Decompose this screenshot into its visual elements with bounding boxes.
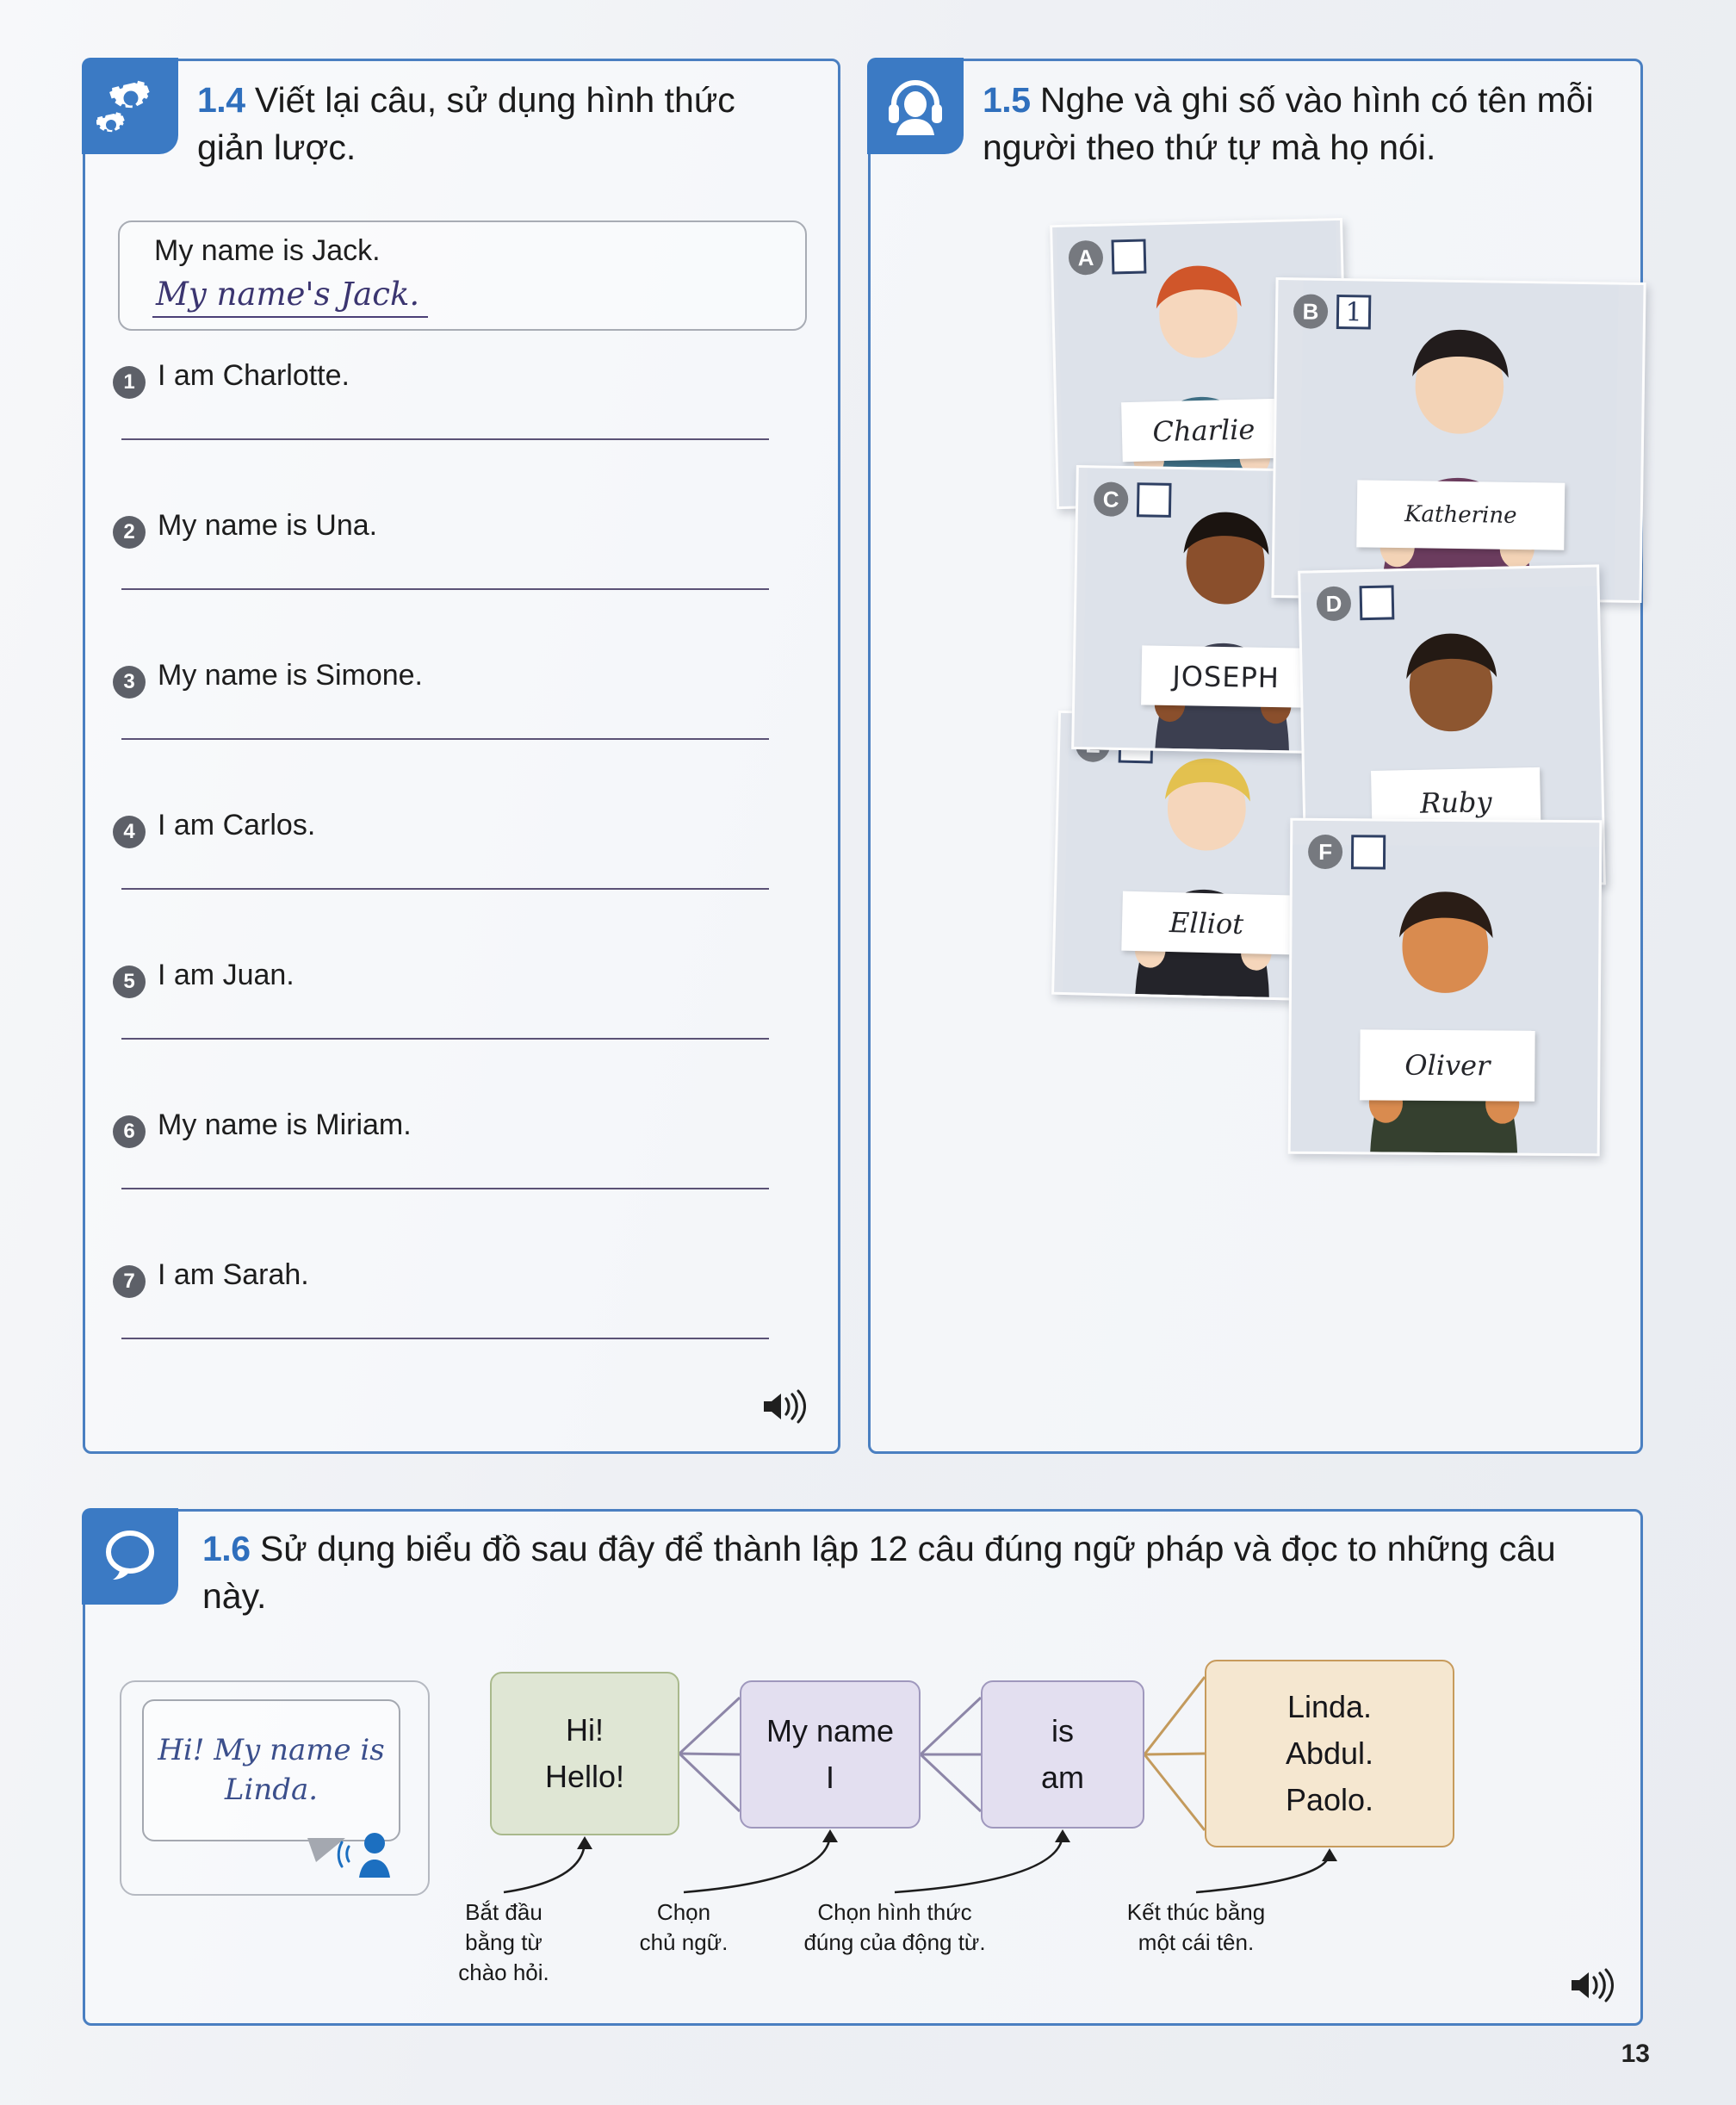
question-text: My name is Simone. bbox=[158, 659, 423, 692]
exercise-1-6-instruction: Sử dụng biểu đồ sau đây để thành lập 12 … bbox=[202, 1529, 1556, 1616]
question-number-badge: 7 bbox=[113, 1265, 146, 1298]
worked-example-box: My name is Jack. My name's Jack. bbox=[118, 220, 807, 331]
caption-line: bằng từ bbox=[465, 1929, 542, 1956]
diagram-option[interactable]: I bbox=[826, 1754, 834, 1801]
speaking-person-icon bbox=[337, 1828, 399, 1884]
diagram-option[interactable]: is bbox=[1051, 1708, 1074, 1754]
answer-write-line[interactable] bbox=[121, 1038, 769, 1040]
photo-letter-badge: C bbox=[1093, 481, 1129, 518]
answer-write-line[interactable] bbox=[121, 438, 769, 440]
held-name-card: Charlie bbox=[1121, 398, 1286, 463]
photo-tag-a: A bbox=[1068, 239, 1147, 276]
question-number-badge: 1 bbox=[113, 366, 146, 399]
speech-bubble-icon bbox=[82, 1508, 178, 1605]
caption-line: chào hỏi. bbox=[458, 1959, 549, 1986]
question-number-badge: 4 bbox=[113, 816, 146, 848]
caption-line: chủ ngữ. bbox=[639, 1929, 728, 1956]
question-number-badge: 3 bbox=[113, 666, 146, 699]
caption-line: Chọn hình thức bbox=[817, 1899, 972, 1925]
photo-tag-d: D bbox=[1316, 585, 1395, 622]
example-prompt: My name is Jack. bbox=[154, 234, 381, 267]
answer-write-line[interactable] bbox=[121, 738, 769, 740]
exercise-1-4-instruction: Viết lại câu, sử dụng hình thức giản lượ… bbox=[197, 80, 735, 167]
caption-line: Chọn bbox=[656, 1899, 711, 1925]
diagram-option[interactable]: Linda. bbox=[1287, 1684, 1372, 1730]
diagram-option[interactable]: am bbox=[1041, 1754, 1084, 1801]
caption-line: Bắt đầu bbox=[465, 1899, 542, 1925]
subject-caption: Chọn chủ ngữ. bbox=[619, 1897, 748, 1958]
question-text: My name is Miriam. bbox=[158, 1108, 412, 1141]
exercise-1-6-panel: 1.6 Sử dụng biểu đồ sau đây để thành lập… bbox=[82, 1508, 1643, 2026]
photo-letter-badge: F bbox=[1307, 834, 1343, 870]
diagram-box-greeting[interactable]: Hi! Hello! bbox=[490, 1672, 679, 1835]
photo-answer-box[interactable] bbox=[1350, 835, 1386, 870]
exercise-1-5-number: 1.5 bbox=[983, 80, 1031, 120]
diagram-option[interactable]: Paolo. bbox=[1286, 1777, 1373, 1823]
held-name-card: JOSEPH bbox=[1141, 645, 1311, 708]
answer-write-line[interactable] bbox=[121, 588, 769, 590]
workbook-page: 1.4 Viết lại câu, sử dụng hình thức giản… bbox=[0, 0, 1736, 2105]
question-number-badge: 2 bbox=[113, 516, 146, 549]
exercise-1-4-panel: 1.4 Viết lại câu, sử dụng hình thức giản… bbox=[82, 58, 840, 1454]
example-speech-bubble: Hi! My name is Linda. bbox=[142, 1699, 400, 1862]
question-text: I am Charlotte. bbox=[158, 359, 350, 392]
photo-letter-badge: D bbox=[1316, 586, 1352, 622]
verb-caption: Chọn hình thức đúng của động từ. bbox=[766, 1897, 1024, 1958]
answer-write-line[interactable] bbox=[121, 888, 769, 890]
diagram-box-subject[interactable]: My name I bbox=[740, 1680, 921, 1829]
question-text: My name is Una. bbox=[158, 509, 378, 542]
caption-line: đúng của động từ. bbox=[803, 1929, 986, 1956]
speaker-icon[interactable] bbox=[760, 1388, 809, 1429]
diagram-box-verb[interactable]: is am bbox=[981, 1680, 1144, 1829]
question-text: I am Carlos. bbox=[158, 809, 316, 841]
exercise-1-4-number: 1.4 bbox=[197, 80, 245, 120]
greeting-caption: Bắt đầu bằng từ chào hỏi. bbox=[426, 1897, 581, 1988]
diagram-option[interactable]: Hello! bbox=[545, 1754, 624, 1800]
photo-letter-badge: A bbox=[1068, 239, 1104, 276]
photo-card-f[interactable]: F Oliver bbox=[1287, 817, 1603, 1157]
photo-card-b[interactable]: B 1 Katherine bbox=[1271, 277, 1646, 603]
headphones-listening-icon bbox=[867, 58, 964, 154]
exercise-1-5-instruction: Nghe và ghi số vào hình có tên mỗi người… bbox=[983, 80, 1594, 167]
answer-write-line[interactable] bbox=[121, 1338, 769, 1339]
photo-answer-box[interactable]: 1 bbox=[1336, 295, 1372, 330]
gears-icon bbox=[82, 58, 178, 154]
question-text: I am Sarah. bbox=[158, 1258, 309, 1291]
names-caption: Kết thúc bằng một cái tên. bbox=[1076, 1897, 1317, 1958]
question-number-badge: 6 bbox=[113, 1115, 146, 1148]
caption-line: Kết thúc bằng bbox=[1126, 1899, 1266, 1925]
photo-answer-box[interactable] bbox=[1136, 482, 1172, 518]
photo-answer-box[interactable] bbox=[1111, 239, 1147, 275]
answer-write-line[interactable] bbox=[121, 1188, 769, 1189]
question-number-badge: 5 bbox=[113, 966, 146, 998]
exercise-1-6-number: 1.6 bbox=[202, 1529, 251, 1568]
photo-tag-c: C bbox=[1093, 481, 1172, 518]
example-answer: My name's Jack. bbox=[152, 276, 429, 318]
held-name-card: Elliot bbox=[1121, 891, 1292, 955]
diagram-box-names[interactable]: Linda. Abdul. Paolo. bbox=[1205, 1660, 1454, 1847]
exercise-1-6-heading: 1.6 Sử dụng biểu đồ sau đây để thành lập… bbox=[202, 1525, 1615, 1619]
photo-tag-f: F bbox=[1307, 834, 1386, 870]
exercise-1-5-heading: 1.5 Nghe và ghi số vào hình có tên mỗi n… bbox=[983, 77, 1646, 171]
diagram-option[interactable]: Abdul. bbox=[1286, 1730, 1373, 1777]
page-number: 13 bbox=[1621, 2040, 1650, 2068]
diagram-option[interactable]: Hi! bbox=[566, 1707, 604, 1754]
speaker-icon[interactable] bbox=[1568, 1967, 1616, 2008]
question-text: I am Juan. bbox=[158, 959, 294, 991]
photo-answer-box[interactable] bbox=[1359, 585, 1395, 621]
exercise-1-4-heading: 1.4 Viết lại câu, sử dụng hình thức giản… bbox=[197, 77, 800, 171]
held-name-card: Katherine bbox=[1356, 480, 1566, 550]
diagram-option[interactable]: My name bbox=[766, 1708, 894, 1754]
caption-line: một cái tên. bbox=[1138, 1929, 1255, 1956]
person-illustration bbox=[1290, 844, 1600, 1154]
held-name-card: Oliver bbox=[1360, 1029, 1535, 1102]
exercise-1-5-panel: 1.5 Nghe và ghi số vào hình có tên mỗi n… bbox=[867, 58, 1646, 1454]
photo-letter-badge: B bbox=[1293, 294, 1329, 329]
photo-tag-b: B 1 bbox=[1293, 294, 1372, 330]
example-bubble-panel: Hi! My name is Linda. bbox=[120, 1680, 430, 1896]
